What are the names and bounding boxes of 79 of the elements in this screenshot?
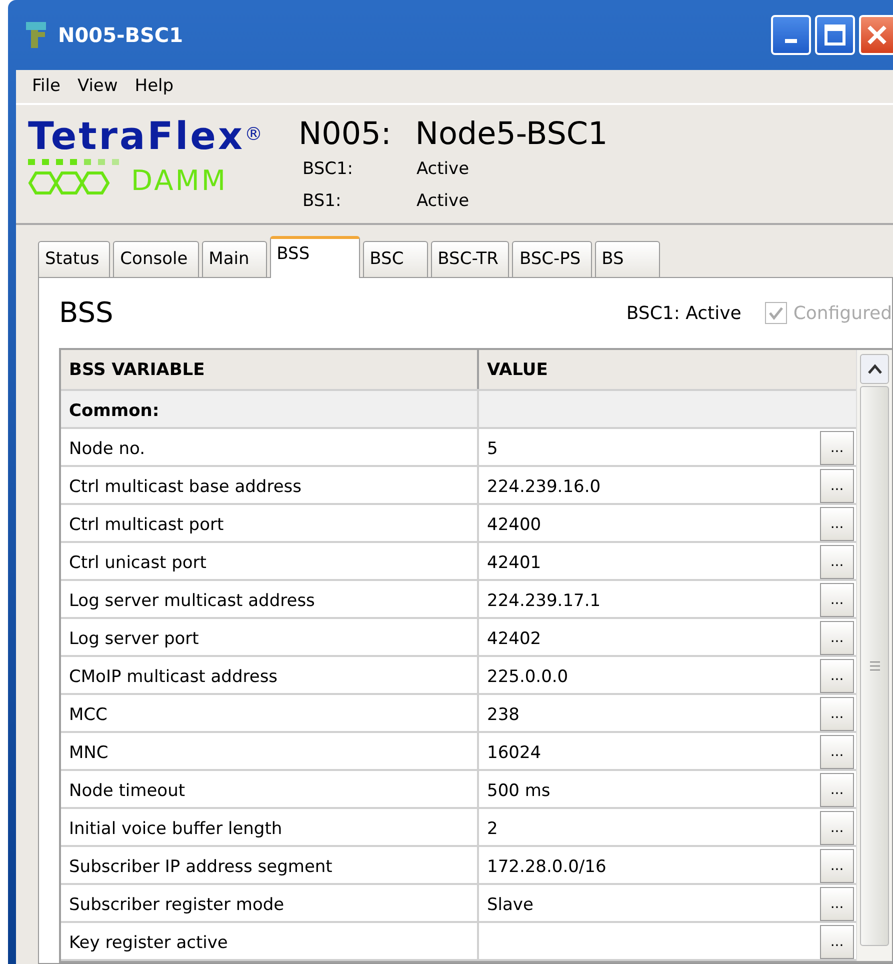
table-cell-text: 16024 [487,742,542,765]
table-cell-text: 172.28.0.0/16 [487,856,606,879]
table-cell: Common: [61,391,479,427]
node-name: Node5-BSC1 [415,117,608,152]
check-icon [768,305,784,321]
menu-item[interactable]: View [69,74,127,100]
close-icon [866,24,888,46]
status-text: BSC1: Active [626,302,742,326]
tab[interactable]: Main [202,241,267,277]
table-cell-text: 42400 [487,514,542,537]
table-cell-text: 42401 [487,552,542,575]
table-cell-text: 2 [487,818,498,841]
edit-button[interactable]: ... [820,697,854,731]
column-header: BSS VARIABLE [61,350,479,389]
panel-title: BSS [59,295,114,331]
edit-button[interactable]: ... [820,849,854,883]
tab[interactable]: Status [38,241,110,277]
maximize-button[interactable] [815,15,855,55]
tab[interactable]: BSC-PS [512,241,592,277]
table-cell-text: 42402 [487,628,542,651]
tab[interactable]: BS [594,241,660,277]
logo-subtitle: DAMM [131,167,228,196]
column-header: VALUE [486,359,549,382]
status-label: BS1: [301,190,342,213]
table-cell-text: Slave [487,894,534,917]
table-cell: Subscriber register mode [61,885,479,921]
edit-button[interactable]: ... [820,431,854,465]
table-cell-text: 5 [487,438,498,461]
tab[interactable]: BSC [362,241,428,277]
table-cell: Log server port [61,619,479,655]
table-cell: MNC [61,733,479,769]
node-id: N005: [298,117,392,152]
edit-button[interactable]: ... [820,811,854,845]
edit-button[interactable]: ... [820,621,854,655]
table-cell: Key register active [61,923,479,959]
caret-up-icon [868,364,882,374]
status-label: BSC1: [301,158,354,182]
table-cell: Node no. [61,429,479,465]
table-cell-text: 224.239.16.0 [487,476,601,499]
edit-button[interactable]: ... [820,887,854,921]
app-icon [24,20,48,50]
edit-button[interactable]: ... [820,925,854,959]
table-cell-text: 500 ms [487,780,550,803]
table-cell-text: 238 [487,704,520,727]
tab[interactable]: Console [113,241,199,277]
edit-button[interactable]: ... [820,735,854,769]
scroll-thumb[interactable] [860,386,889,946]
edit-button[interactable]: ... [820,545,854,579]
tab[interactable]: BSS [270,236,360,278]
scrollbar[interactable] [856,350,892,961]
table-cell: Subscriber IP address segment [61,847,479,883]
tab[interactable]: BSC-TR [430,241,510,277]
minimize-icon [785,39,797,43]
table-cell-text: 225.0.0.0 [487,666,568,689]
table-cell: Ctrl unicast port [61,543,479,579]
scroll-up-button[interactable] [860,354,889,384]
menu-item[interactable]: File [24,74,70,100]
close-button[interactable] [859,15,893,55]
edit-button[interactable]: ... [820,469,854,503]
table-cell: CMoIP multicast address [61,657,479,693]
table-cell: Ctrl multicast base address [61,467,479,503]
edit-button[interactable]: ... [820,583,854,617]
maximize-icon [824,24,846,46]
edit-button[interactable]: ... [820,773,854,807]
grip-icon [868,661,880,671]
menu-item[interactable]: Help [126,74,183,100]
table-cell-text: 224.239.17.1 [487,590,601,613]
table-cell: Initial voice buffer length [61,809,479,845]
table-cell: Ctrl multicast port [61,505,479,541]
table-cell: Log server multicast address [61,581,479,617]
table-cell: Node timeout [61,771,479,807]
edit-button[interactable]: ... [820,507,854,541]
window-title: N005-BSC1 [58,22,184,49]
table-cell: MCC [61,695,479,731]
logo-text: TetraFlex$^{®}$ [28,117,264,156]
status-value: Active [416,158,470,182]
minimize-button[interactable] [771,15,811,55]
edit-button[interactable]: ... [820,659,854,693]
status-value: Active [416,190,470,213]
